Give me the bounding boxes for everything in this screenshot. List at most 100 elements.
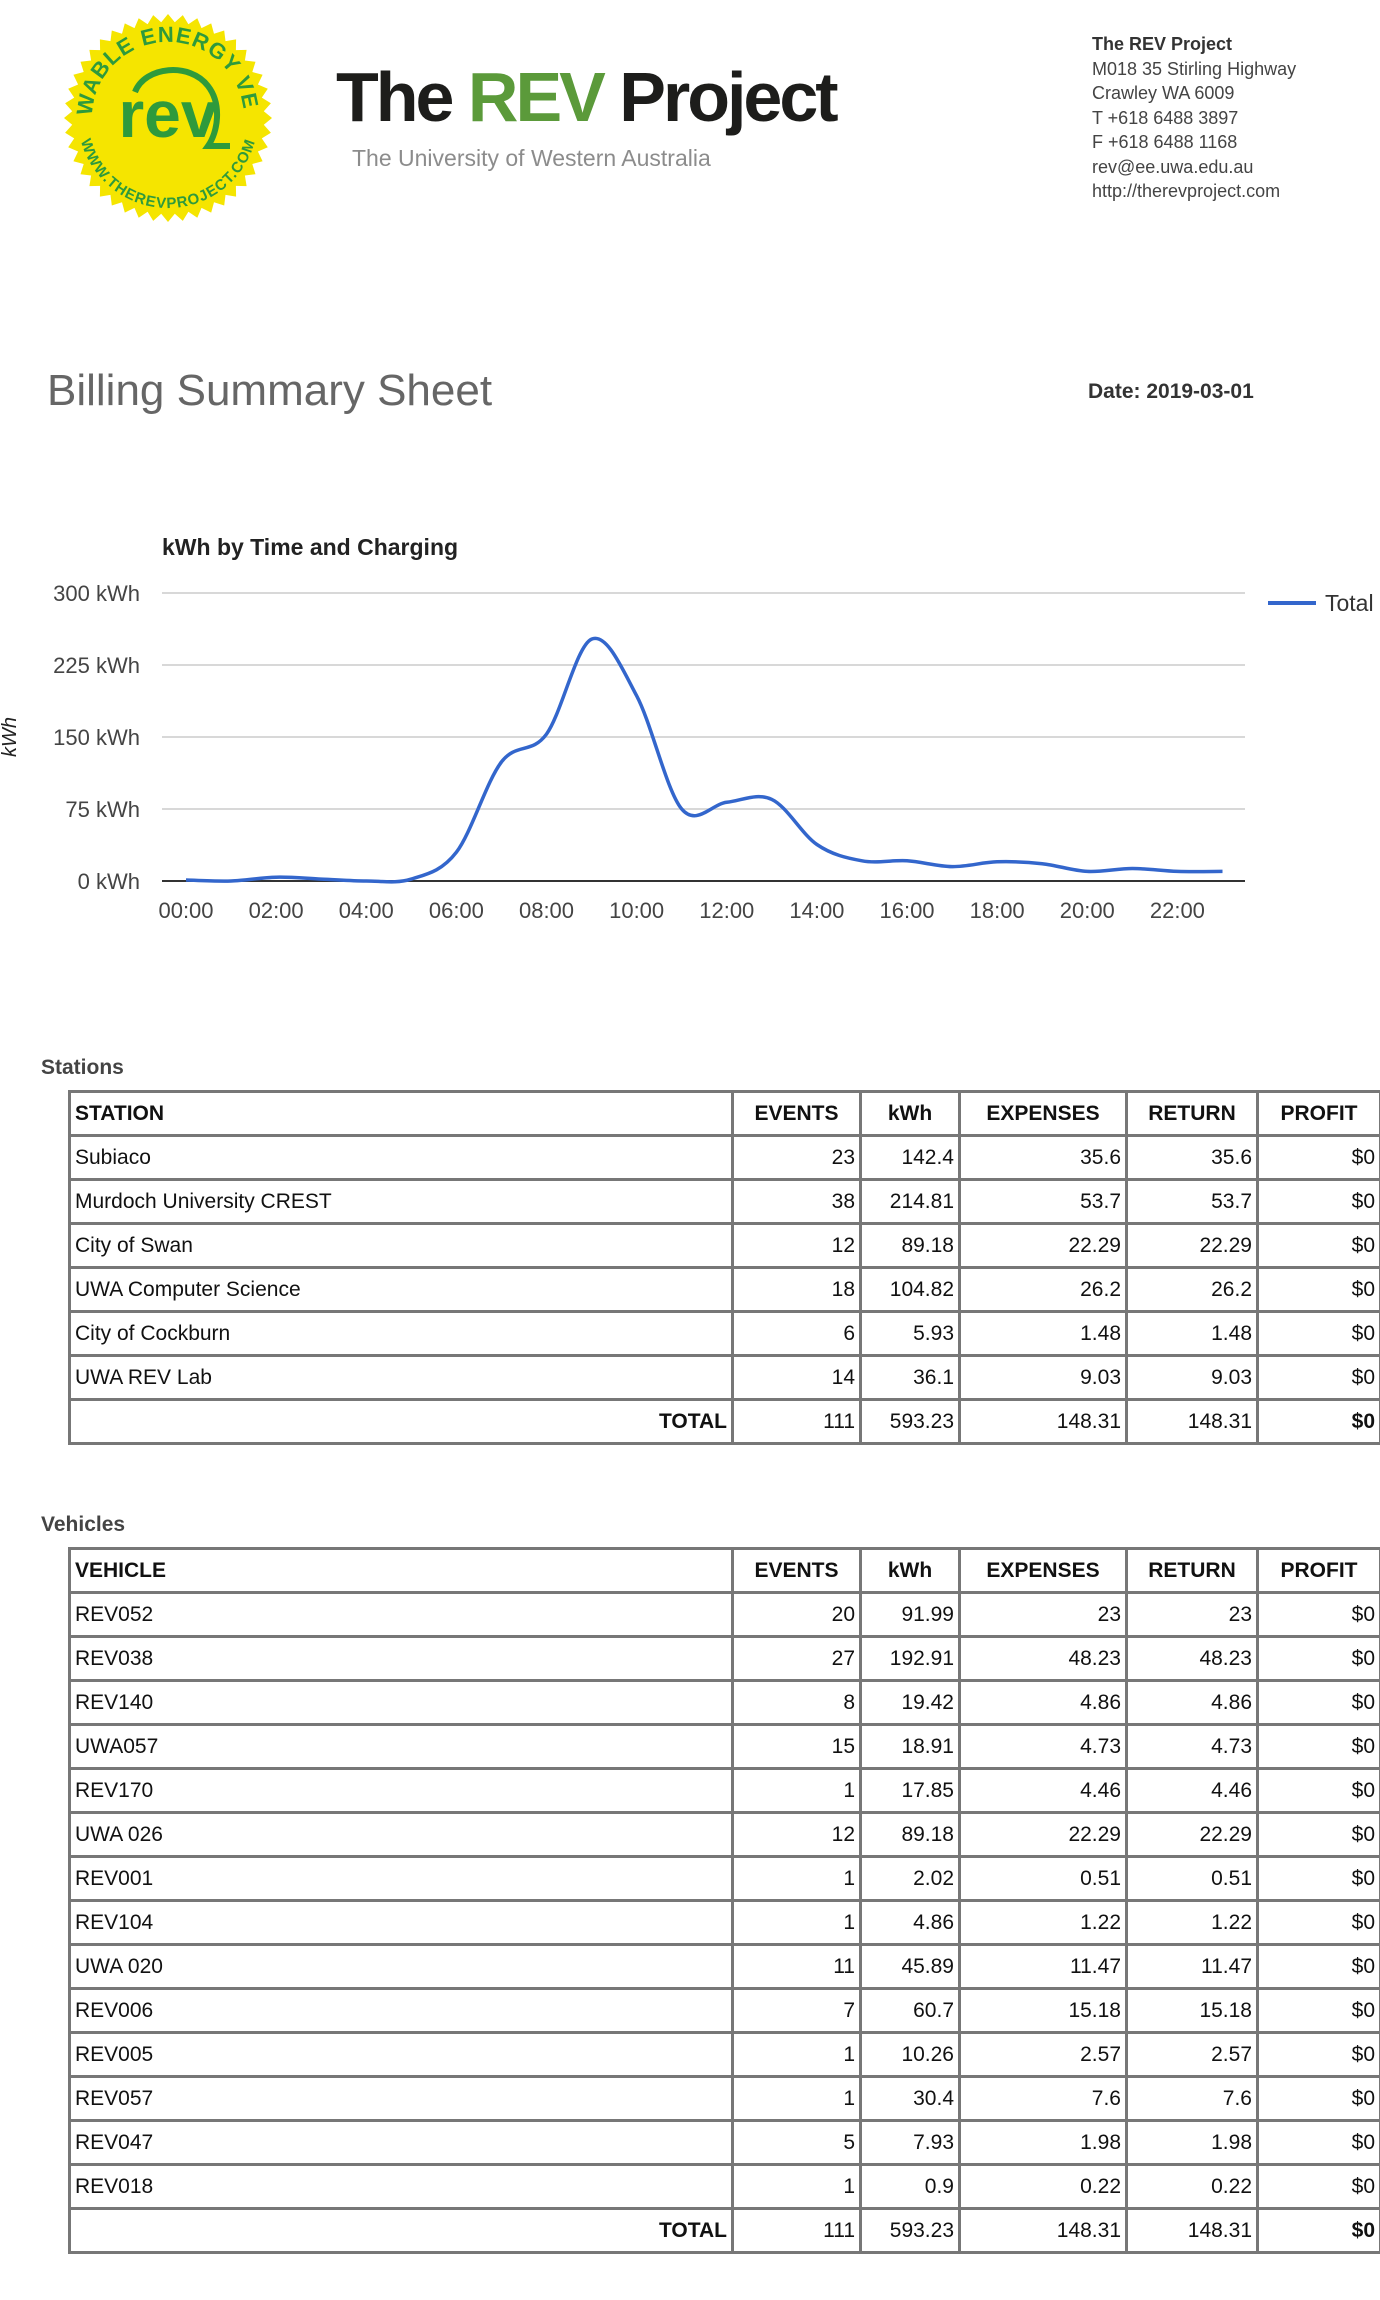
stations-name-cell: UWA Computer Science <box>68 1266 734 1313</box>
chart-y-tick-label: 0 kWh <box>78 869 140 894</box>
vehicles-name-cell: REV047 <box>68 2119 734 2166</box>
chart-gridlines <box>162 592 1245 882</box>
vehicles-header-return: RETURN <box>1125 1547 1259 1594</box>
vehicles-return-cell: 23 <box>1125 1591 1259 1638</box>
table-row: City of Cockburn 6 5.93 1.48 1.48 $0 <box>68 1310 1380 1357</box>
stations-name-cell: City of Swan <box>68 1222 734 1269</box>
rev-logo: RENEWABLE ENERGY VEHICLE WWW.THEREVPROJE… <box>40 0 272 222</box>
stations-profit-cell: $0 <box>1256 1310 1380 1357</box>
vehicles-header-profit: PROFIT <box>1256 1547 1380 1594</box>
contact-email[interactable]: rev@ee.uwa.edu.au <box>1092 155 1296 180</box>
stations-header-station: STATION <box>68 1090 734 1137</box>
vehicles-profit-cell: $0 <box>1256 1987 1380 2034</box>
vehicles-expenses-cell: 22.29 <box>958 1811 1128 1858</box>
chart-legend-label: Total <box>1325 590 1374 616</box>
stations-header-kwh: kWh <box>859 1090 961 1137</box>
vehicles-kwh-cell: 89.18 <box>859 1811 961 1858</box>
brand-title: The REV Project <box>336 58 839 136</box>
stations-expenses-cell: 148.31 <box>958 1398 1128 1445</box>
chart-legend[interactable]: Total <box>1268 590 1374 616</box>
vehicles-expenses-cell: 4.73 <box>958 1723 1128 1770</box>
vehicles-return-cell: 2.57 <box>1125 2031 1259 2078</box>
vehicles-profit-cell: $0 <box>1256 2031 1380 2078</box>
table-row: UWA REV Lab 14 36.1 9.03 9.03 $0 <box>68 1354 1380 1401</box>
vehicles-expenses-cell: 0.22 <box>958 2163 1128 2210</box>
vehicles-expenses-cell: 1.22 <box>958 1899 1128 1946</box>
stations-kwh-cell: 89.18 <box>859 1222 961 1269</box>
vehicles-expenses-cell: 2.57 <box>958 2031 1128 2078</box>
vehicles-kwh-cell: 593.23 <box>859 2207 961 2254</box>
chart-x-tick-label: 14:00 <box>789 898 844 923</box>
vehicles-kwh-cell: 2.02 <box>859 1855 961 1902</box>
table-row: REV018 1 0.9 0.22 0.22 $0 <box>68 2163 1380 2210</box>
contact-address-line2: Crawley WA 6009 <box>1092 83 1235 103</box>
stations-header-profit: PROFIT <box>1256 1090 1380 1137</box>
report-date: Date: 2019-03-01 <box>1088 380 1254 403</box>
vehicles-events-cell: 1 <box>731 1899 862 1946</box>
chart-y-ticks: 0 kWh 75 kWh 150 kWh 225 kWh 300 kWh <box>53 581 140 894</box>
stations-return-cell: 53.7 <box>1125 1178 1259 1225</box>
vehicles-name-cell: REV170 <box>68 1767 734 1814</box>
table-row: REV005 1 10.26 2.57 2.57 $0 <box>68 2031 1380 2078</box>
stations-events-cell: 23 <box>731 1134 862 1181</box>
chart-x-tick-label: 08:00 <box>519 898 574 923</box>
vehicles-name-cell: REV104 <box>68 1899 734 1946</box>
vehicles-kwh-cell: 17.85 <box>859 1767 961 1814</box>
vehicles-expenses-cell: 4.46 <box>958 1767 1128 1814</box>
stations-header-return: RETURN <box>1125 1090 1259 1137</box>
stations-profit-cell: $0 <box>1256 1398 1380 1445</box>
vehicles-profit-cell: $0 <box>1256 1811 1380 1858</box>
stations-events-cell: 18 <box>731 1266 862 1313</box>
vehicles-name-cell: REV052 <box>68 1591 734 1638</box>
stations-name-cell: Subiaco <box>68 1134 734 1181</box>
vehicles-name-cell: REV057 <box>68 2075 734 2122</box>
chart-title: kWh by Time and Charging <box>162 534 458 560</box>
stations-kwh-cell: 593.23 <box>859 1398 961 1445</box>
vehicles-events-cell: 1 <box>731 1767 862 1814</box>
stations-name-cell: UWA REV Lab <box>68 1354 734 1401</box>
table-row: UWA Computer Science 18 104.82 26.2 26.2 $0 <box>68 1266 1380 1313</box>
stations-return-cell: 35.6 <box>1125 1134 1259 1181</box>
vehicles-header-vehicle: VEHICLE <box>68 1547 734 1594</box>
stations-profit-cell: $0 <box>1256 1354 1380 1401</box>
stations-return-cell: 1.48 <box>1125 1310 1259 1357</box>
vehicles-events-cell: 8 <box>731 1679 862 1726</box>
vehicles-profit-cell: $0 <box>1256 1723 1380 1770</box>
vehicles-expenses-cell: 23 <box>958 1591 1128 1638</box>
vehicles-expenses-cell: 48.23 <box>958 1635 1128 1682</box>
contact-org: The REV Project <box>1092 34 1233 54</box>
contact-phone: T +618 6488 3897 <box>1092 107 1239 128</box>
stations-return-cell: 148.31 <box>1125 1398 1259 1445</box>
vehicles-expenses-cell: 1.98 <box>958 2119 1128 2166</box>
stations-section-label: Stations <box>41 1056 124 1079</box>
vehicles-kwh-cell: 91.99 <box>859 1591 961 1638</box>
stations-header-events: EVENTS <box>731 1090 862 1137</box>
vehicles-events-cell: 1 <box>731 2163 862 2210</box>
vehicles-header-kwh: kWh <box>859 1547 961 1594</box>
vehicles-return-cell: 4.46 <box>1125 1767 1259 1814</box>
vehicles-profit-cell: $0 <box>1256 2119 1380 2166</box>
stations-profit-cell: $0 <box>1256 1266 1380 1313</box>
vehicles-profit-cell: $0 <box>1256 1679 1380 1726</box>
chart-x-tick-label: 04:00 <box>339 898 394 923</box>
vehicles-events-cell: 1 <box>731 1855 862 1902</box>
stations-events-cell: 38 <box>731 1178 862 1225</box>
vehicles-events-cell: 27 <box>731 1635 862 1682</box>
stations-events-cell: 12 <box>731 1222 862 1269</box>
vehicles-kwh-cell: 192.91 <box>859 1635 961 1682</box>
contact-website[interactable]: http://therevproject.com <box>1092 179 1296 204</box>
vehicles-return-cell: 1.98 <box>1125 2119 1259 2166</box>
page-title: Billing Summary Sheet <box>47 366 493 415</box>
vehicles-header-events: EVENTS <box>731 1547 862 1594</box>
chart-series-line-total <box>185 636 1223 884</box>
table-row: REV006 7 60.7 15.18 15.18 $0 <box>68 1987 1380 2034</box>
vehicles-table: VEHICLE EVENTS kWh EXPENSES RETURN PROFIT REV… <box>68 1547 1380 2254</box>
chart-y-tick-label: 75 kWh <box>65 797 140 822</box>
vehicles-return-cell: 15.18 <box>1125 1987 1259 2034</box>
vehicles-events-cell: 12 <box>731 1811 862 1858</box>
vehicles-profit-cell: $0 <box>1256 2075 1380 2122</box>
vehicles-events-cell: 11 <box>731 1943 862 1990</box>
stations-events-cell: 111 <box>731 1398 862 1445</box>
table-row: REV057 1 30.4 7.6 7.6 $0 <box>68 2075 1380 2122</box>
vehicles-return-cell: 4.73 <box>1125 1723 1259 1770</box>
